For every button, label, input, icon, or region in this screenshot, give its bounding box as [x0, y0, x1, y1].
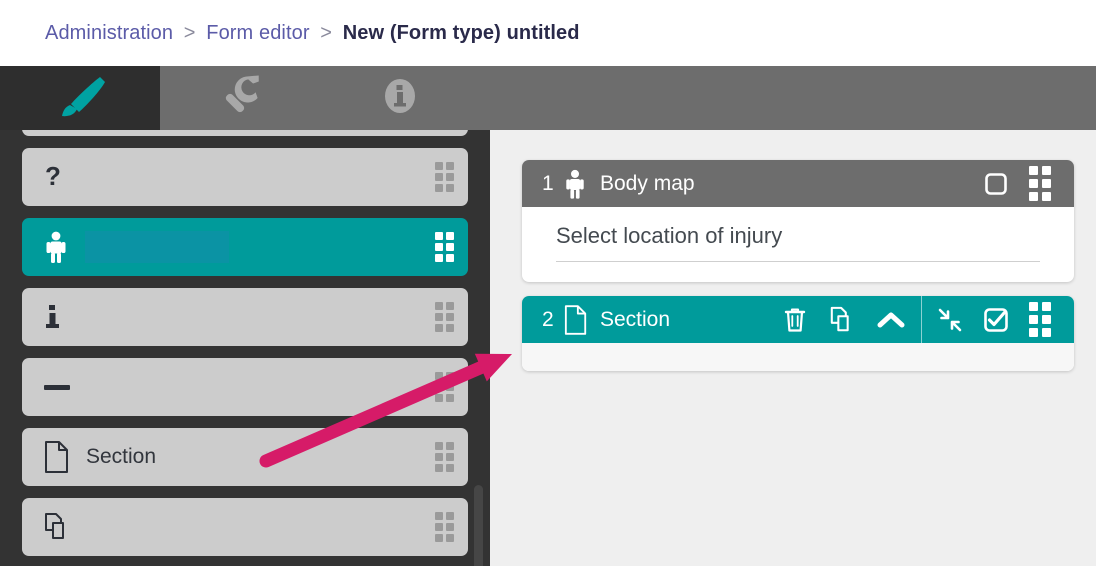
form-card-section: 2 Section: [522, 296, 1074, 371]
tab-settings[interactable]: [160, 66, 320, 130]
actions-divider: [921, 296, 922, 343]
card-number: 1: [542, 171, 554, 195]
checkbox-unchecked-icon[interactable]: [974, 160, 1018, 207]
breadcrumb: Administration > Form editor > New (Form…: [45, 22, 580, 45]
palette-item-duplicate[interactable]: [22, 498, 468, 556]
card-title: Section: [600, 307, 671, 331]
card-title: Body map: [600, 171, 695, 195]
palette-item-label: Section: [86, 445, 157, 468]
breadcrumb-bar: Administration > Form editor > New (Form…: [0, 0, 1096, 66]
question-mark-icon: ?: [44, 162, 78, 192]
checkbox-checked-icon[interactable]: [974, 296, 1018, 343]
divider-line-icon: [44, 381, 78, 393]
breadcrumb-item-form-editor[interactable]: Form editor: [206, 22, 309, 44]
wrench-icon: [218, 74, 262, 123]
breadcrumb-separator: >: [320, 21, 333, 44]
breadcrumb-item-current: New (Form type) untitled: [342, 21, 580, 44]
drag-handle-icon[interactable]: [435, 512, 454, 542]
palette-scrollbar[interactable]: [474, 485, 483, 566]
drag-handle-icon[interactable]: [1018, 160, 1062, 207]
drag-handle-icon[interactable]: [435, 162, 454, 192]
paintbrush-icon: [52, 74, 108, 123]
card-number: 2: [542, 307, 554, 331]
tab-design[interactable]: [0, 66, 160, 130]
workspace: ? Section 1 Body map Select location of …: [0, 130, 1096, 566]
card-header: 1 Body map: [522, 160, 1074, 207]
breadcrumb-separator: >: [183, 21, 196, 44]
card-actions: [974, 160, 1062, 207]
drag-handle-icon[interactable]: [435, 232, 454, 262]
palette-item-divider[interactable]: [22, 358, 468, 416]
form-canvas: 1 Body map Select location of injury 2 S…: [490, 130, 1096, 566]
drag-handle-icon[interactable]: [435, 442, 454, 472]
information-icon: [44, 302, 78, 332]
palette-item-body-map[interactable]: [22, 218, 468, 276]
drag-handle-icon[interactable]: [435, 372, 454, 402]
body-map-icon: [44, 231, 78, 263]
collapse-arrows-icon[interactable]: [926, 296, 974, 343]
breadcrumb-item-administration[interactable]: Administration: [45, 22, 173, 44]
card-actions: [771, 296, 1062, 343]
duplicate-pages-icon: [44, 512, 78, 542]
chevron-up-icon[interactable]: [867, 296, 915, 343]
editor-toolbar: Need Help? Click Here: [0, 66, 1096, 183]
component-palette: ? Section: [0, 130, 490, 566]
palette-scroll-area: ? Section: [0, 130, 490, 566]
page-icon: [564, 304, 594, 335]
body-map-icon: [564, 169, 594, 199]
trash-icon[interactable]: [771, 296, 819, 343]
palette-item-partial[interactable]: [22, 130, 468, 136]
card-header: 2 Section: [522, 296, 1074, 343]
drag-handle-icon[interactable]: [435, 302, 454, 332]
card-body: [522, 343, 1074, 371]
palette-item-information[interactable]: [22, 288, 468, 346]
page-icon: [44, 441, 78, 473]
duplicate-pages-icon[interactable]: [819, 296, 867, 343]
selection-highlight: [85, 231, 229, 263]
info-circle-icon: [378, 74, 422, 123]
card-body: Select location of injury: [522, 207, 1074, 282]
form-card-body-map: 1 Body map Select location of injury: [522, 160, 1074, 282]
svg-text:?: ?: [45, 162, 61, 191]
palette-item-question[interactable]: ?: [22, 148, 468, 206]
palette-item-section[interactable]: Section: [22, 428, 468, 486]
tab-info[interactable]: [320, 66, 480, 130]
drag-handle-icon[interactable]: [1018, 296, 1062, 343]
field-label[interactable]: Select location of injury: [556, 223, 1040, 262]
